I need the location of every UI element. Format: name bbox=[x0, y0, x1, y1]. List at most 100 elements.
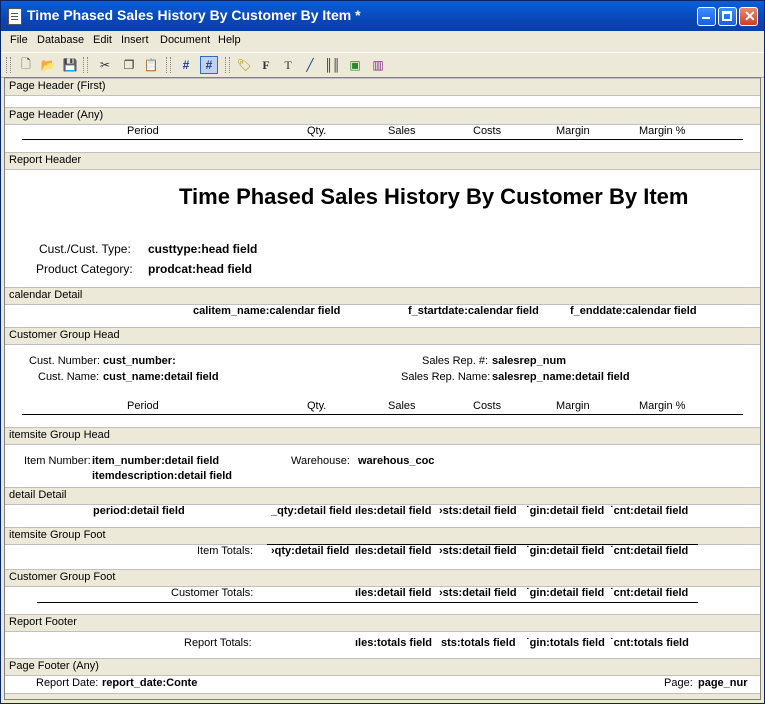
band-calendar-detail[interactable]: calendar Detail bbox=[5, 287, 760, 305]
report-totals-label[interactable]: Report Totals: bbox=[184, 637, 252, 649]
band-page-header-first[interactable]: Page Header (First) bbox=[5, 78, 760, 96]
col-period-label[interactable]: Period bbox=[127, 400, 159, 412]
cut-icon[interactable]: ✂ bbox=[96, 56, 114, 74]
band-detail-detail[interactable]: detail Detail bbox=[5, 487, 760, 505]
title-bar[interactable]: Time Phased Sales History By Customer By… bbox=[1, 1, 764, 31]
snap-grid-icon[interactable]: # bbox=[200, 56, 218, 74]
text-icon[interactable]: T bbox=[279, 56, 297, 74]
salesrep-name-label[interactable]: Sales Rep. Name: bbox=[401, 371, 490, 383]
col-margin-label[interactable]: Margin bbox=[556, 125, 590, 137]
col-costs-label[interactable]: Costs bbox=[473, 125, 501, 137]
custtype-field[interactable]: custtype:head field bbox=[148, 242, 257, 256]
toolbar-grip[interactable] bbox=[83, 57, 88, 73]
barcode-icon[interactable]: ║║ bbox=[323, 56, 341, 74]
startdate-field[interactable]: f_startdate:calendar field bbox=[408, 305, 539, 317]
cust-number-label[interactable]: Cust. Number: bbox=[29, 355, 100, 367]
image-icon[interactable]: ▣ bbox=[346, 56, 364, 74]
band-report-header[interactable]: Report Header bbox=[5, 152, 760, 170]
open-icon[interactable]: 📂 bbox=[39, 56, 57, 74]
col-sales-label[interactable]: Sales bbox=[388, 125, 416, 137]
col-margin-pct-label[interactable]: Margin % bbox=[639, 125, 685, 137]
page-number-field[interactable]: page_nur bbox=[698, 677, 748, 689]
paste-icon[interactable]: 📋 bbox=[142, 56, 160, 74]
minimize-button[interactable] bbox=[697, 7, 716, 26]
item-totals-pct[interactable]: ˙cnt:detail field bbox=[610, 545, 695, 557]
detail-qty-field[interactable]: _qty:detail field bbox=[271, 505, 353, 517]
menu-edit[interactable]: Edit bbox=[93, 34, 112, 46]
copy-icon[interactable]: ❐ bbox=[120, 56, 138, 74]
cust-name-field[interactable]: cust_name:detail field bbox=[103, 371, 219, 383]
band-page-header-any[interactable]: Page Header (Any) bbox=[5, 107, 760, 125]
enddate-field[interactable]: f_enddate:calendar field bbox=[570, 305, 697, 317]
menu-database[interactable]: Database bbox=[37, 34, 84, 46]
report-totals-margin[interactable]: ˙gin:totals field bbox=[526, 637, 608, 649]
col-sales-label[interactable]: Sales bbox=[388, 400, 416, 412]
report-title[interactable]: Time Phased Sales History By Customer By… bbox=[179, 184, 688, 210]
item-totals-costs[interactable]: ›sts:detail field bbox=[439, 545, 521, 557]
detail-period-field[interactable]: period:detail field bbox=[93, 505, 185, 517]
grid-icon[interactable]: # bbox=[177, 56, 195, 74]
customer-totals-costs[interactable]: ›sts:detail field bbox=[439, 587, 521, 599]
calitem-field[interactable]: calitem_name:calendar field bbox=[193, 305, 340, 317]
band-customer-group-foot[interactable]: Customer Group Foot bbox=[5, 569, 760, 587]
close-button[interactable]: ✕ bbox=[739, 7, 758, 26]
col-margin-pct-label[interactable]: Margin % bbox=[639, 400, 685, 412]
line-icon[interactable]: ╱ bbox=[301, 56, 319, 74]
col-period-label[interactable]: Period bbox=[127, 125, 159, 137]
toolbar-grip[interactable] bbox=[166, 57, 171, 73]
totals-line[interactable] bbox=[37, 602, 698, 603]
band-report-footer[interactable]: Report Footer bbox=[5, 614, 760, 632]
salesrep-field[interactable]: salesrep_num bbox=[492, 355, 566, 367]
prodcat-field[interactable]: prodcat:head field bbox=[148, 262, 252, 276]
menu-document[interactable]: Document bbox=[160, 34, 210, 46]
item-totals-label[interactable]: Item Totals: bbox=[197, 545, 253, 557]
label-icon[interactable]: 🏷 bbox=[235, 56, 253, 74]
customer-totals-margin[interactable]: ˙gin:detail field bbox=[526, 587, 608, 599]
header-underline[interactable] bbox=[22, 414, 743, 415]
menu-insert[interactable]: Insert bbox=[121, 34, 149, 46]
prodcat-label[interactable]: Product Category: bbox=[36, 262, 133, 276]
detail-sales-field[interactable]: ıles:detail field bbox=[355, 505, 437, 517]
band-customer-group-head[interactable]: Customer Group Head bbox=[5, 327, 760, 345]
item-totals-sales[interactable]: ıles:detail field bbox=[355, 545, 437, 557]
salesrep-label[interactable]: Sales Rep. #: bbox=[422, 355, 488, 367]
band-itemsite-group-foot[interactable]: itemsite Group Foot bbox=[5, 527, 760, 545]
toolbar-grip[interactable] bbox=[225, 57, 230, 73]
col-qty-label[interactable]: Qty. bbox=[307, 125, 326, 137]
col-costs-label[interactable]: Costs bbox=[473, 400, 501, 412]
cust-number-field[interactable]: cust_number: bbox=[103, 355, 176, 367]
salesrep-name-field[interactable]: salesrep_name:detail field bbox=[492, 371, 630, 383]
detail-pct-field[interactable]: ˙cnt:detail field bbox=[610, 505, 695, 517]
warehouse-field[interactable]: warehous_coc bbox=[358, 455, 438, 467]
save-icon[interactable]: 💾 bbox=[61, 56, 79, 74]
header-underline[interactable] bbox=[22, 139, 743, 140]
new-icon[interactable]: 🗋 bbox=[17, 56, 35, 74]
report-totals-pct[interactable]: ˙cnt:totals field bbox=[610, 637, 695, 649]
cust-name-label[interactable]: Cust. Name: bbox=[38, 371, 99, 383]
item-totals-qty[interactable]: ›qty:detail field bbox=[271, 545, 353, 557]
report-totals-sales[interactable]: ıles:totals field bbox=[355, 637, 437, 649]
report-totals-costs[interactable]: sts:totals field bbox=[441, 637, 523, 649]
item-number-field[interactable]: item_number:detail field bbox=[92, 455, 219, 467]
report-date-field[interactable]: report_date:Conte bbox=[102, 677, 204, 689]
menu-help[interactable]: Help bbox=[218, 34, 241, 46]
band-page-footer-any[interactable]: Page Footer (Any) bbox=[5, 658, 760, 676]
report-date-label[interactable]: Report Date: bbox=[36, 677, 98, 689]
customer-totals-sales[interactable]: ıles:detail field bbox=[355, 587, 437, 599]
item-totals-margin[interactable]: ˙gin:detail field bbox=[526, 545, 608, 557]
custtype-label[interactable]: Cust./Cust. Type: bbox=[39, 242, 131, 256]
menu-file[interactable]: File bbox=[10, 34, 28, 46]
item-number-label[interactable]: Item Number: bbox=[24, 455, 91, 467]
page-label[interactable]: Page: bbox=[664, 677, 693, 689]
customer-totals-label[interactable]: Customer Totals: bbox=[171, 587, 253, 599]
detail-margin-field[interactable]: ˙gin:detail field bbox=[526, 505, 608, 517]
item-description-field[interactable]: itemdescription:detail field bbox=[92, 470, 232, 480]
col-margin-label[interactable]: Margin bbox=[556, 400, 590, 412]
toolbar-grip[interactable] bbox=[6, 57, 11, 73]
field-icon[interactable]: F bbox=[257, 56, 275, 74]
customer-totals-pct[interactable]: ˙cnt:detail field bbox=[610, 587, 695, 599]
maximize-button[interactable] bbox=[718, 7, 737, 26]
warehouse-label[interactable]: Warehouse: bbox=[291, 455, 350, 467]
graph-icon[interactable]: ▥ bbox=[369, 56, 387, 74]
col-qty-label[interactable]: Qty. bbox=[307, 400, 326, 412]
